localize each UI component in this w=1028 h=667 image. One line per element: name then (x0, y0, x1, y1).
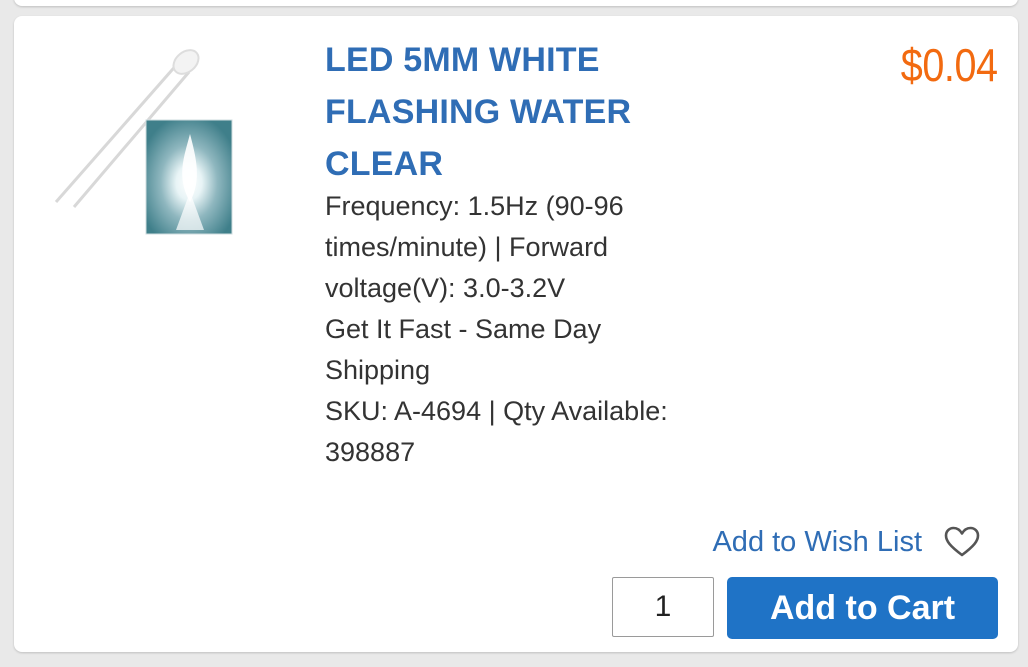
shipping-line: Shipping (325, 355, 431, 385)
quantity-input[interactable] (612, 577, 714, 637)
heart-outline-icon[interactable] (944, 526, 980, 558)
product-description: Frequency: 1.5Hz (90-96 times/minute) | … (325, 186, 695, 473)
led-photo-icon (54, 49, 233, 235)
product-price: $0.04 (901, 39, 998, 91)
description-line: times/minute) | Forward (325, 232, 609, 262)
description-line: voltage(V): 3.0-3.2V (325, 273, 566, 303)
previous-product-card (14, 0, 1018, 6)
add-to-cart-button[interactable]: Add to Cart (727, 577, 998, 639)
description-line: Frequency: 1.5Hz (90-96 (325, 191, 624, 221)
sku-line: SKU: A-4694 | Qty Available: (325, 396, 668, 426)
product-image[interactable] (44, 42, 244, 242)
add-to-wishlist-link[interactable]: Add to Wish List (712, 522, 980, 562)
shipping-line: Get It Fast - Same Day (325, 314, 602, 344)
qty-available-line: 398887 (325, 437, 416, 467)
wishlist-label[interactable]: Add to Wish List (712, 522, 922, 562)
product-title[interactable]: LED 5MM WHITE FLASHING WATER CLEAR (325, 34, 685, 190)
product-card: LED 5MM WHITE FLASHING WATER CLEAR $0.04… (14, 16, 1018, 652)
